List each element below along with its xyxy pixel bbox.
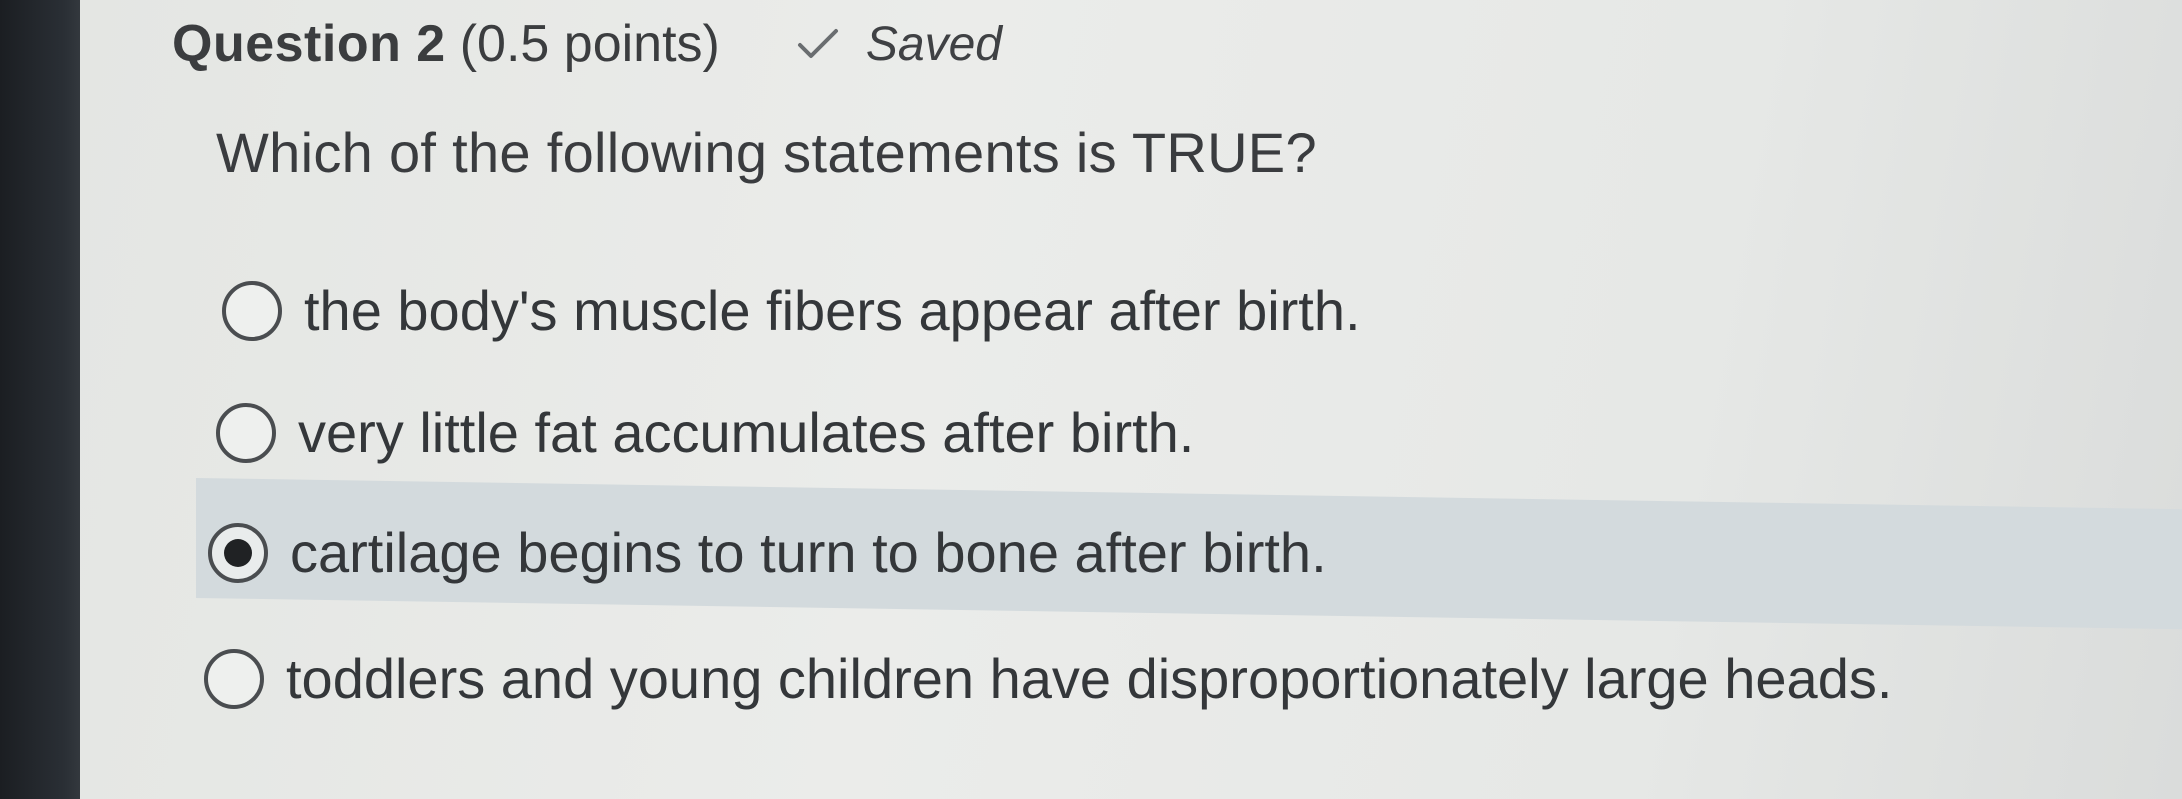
radio-button[interactable] xyxy=(216,402,276,463)
question-title: Question 2 xyxy=(172,15,446,73)
answer-option-label: very little fat accumulates after birth. xyxy=(298,401,1195,464)
saved-label: Saved xyxy=(865,17,1002,71)
answer-option-selected[interactable]: cartilage begins to turn to bone after b… xyxy=(208,520,1327,585)
question-prompt: Which of the following statements is TRU… xyxy=(216,121,1317,184)
question-header: Question 2 (0.5 points) Saved xyxy=(172,6,1002,82)
answer-option-label: the body's muscle fibers appear after bi… xyxy=(304,279,1361,342)
answer-option[interactable]: the body's muscle fibers appear after bi… xyxy=(222,278,1361,343)
screen-bezel xyxy=(0,0,92,799)
radio-button[interactable] xyxy=(222,280,282,341)
radio-selected-dot xyxy=(224,538,252,567)
check-icon xyxy=(797,29,838,58)
saved-status: Saved xyxy=(796,17,1002,72)
question-points: (0.5 points) xyxy=(459,15,720,73)
radio-button-selected[interactable] xyxy=(208,522,268,583)
answer-option-label: toddlers and young children have disprop… xyxy=(286,647,1893,710)
answer-option[interactable]: toddlers and young children have disprop… xyxy=(204,646,1892,711)
answer-option-label: cartilage begins to turn to bone after b… xyxy=(290,521,1327,584)
answer-option[interactable]: very little fat accumulates after birth. xyxy=(216,400,1194,465)
quiz-page: Question 2 (0.5 points) Saved Which of t… xyxy=(0,0,2182,799)
radio-button[interactable] xyxy=(204,648,264,709)
